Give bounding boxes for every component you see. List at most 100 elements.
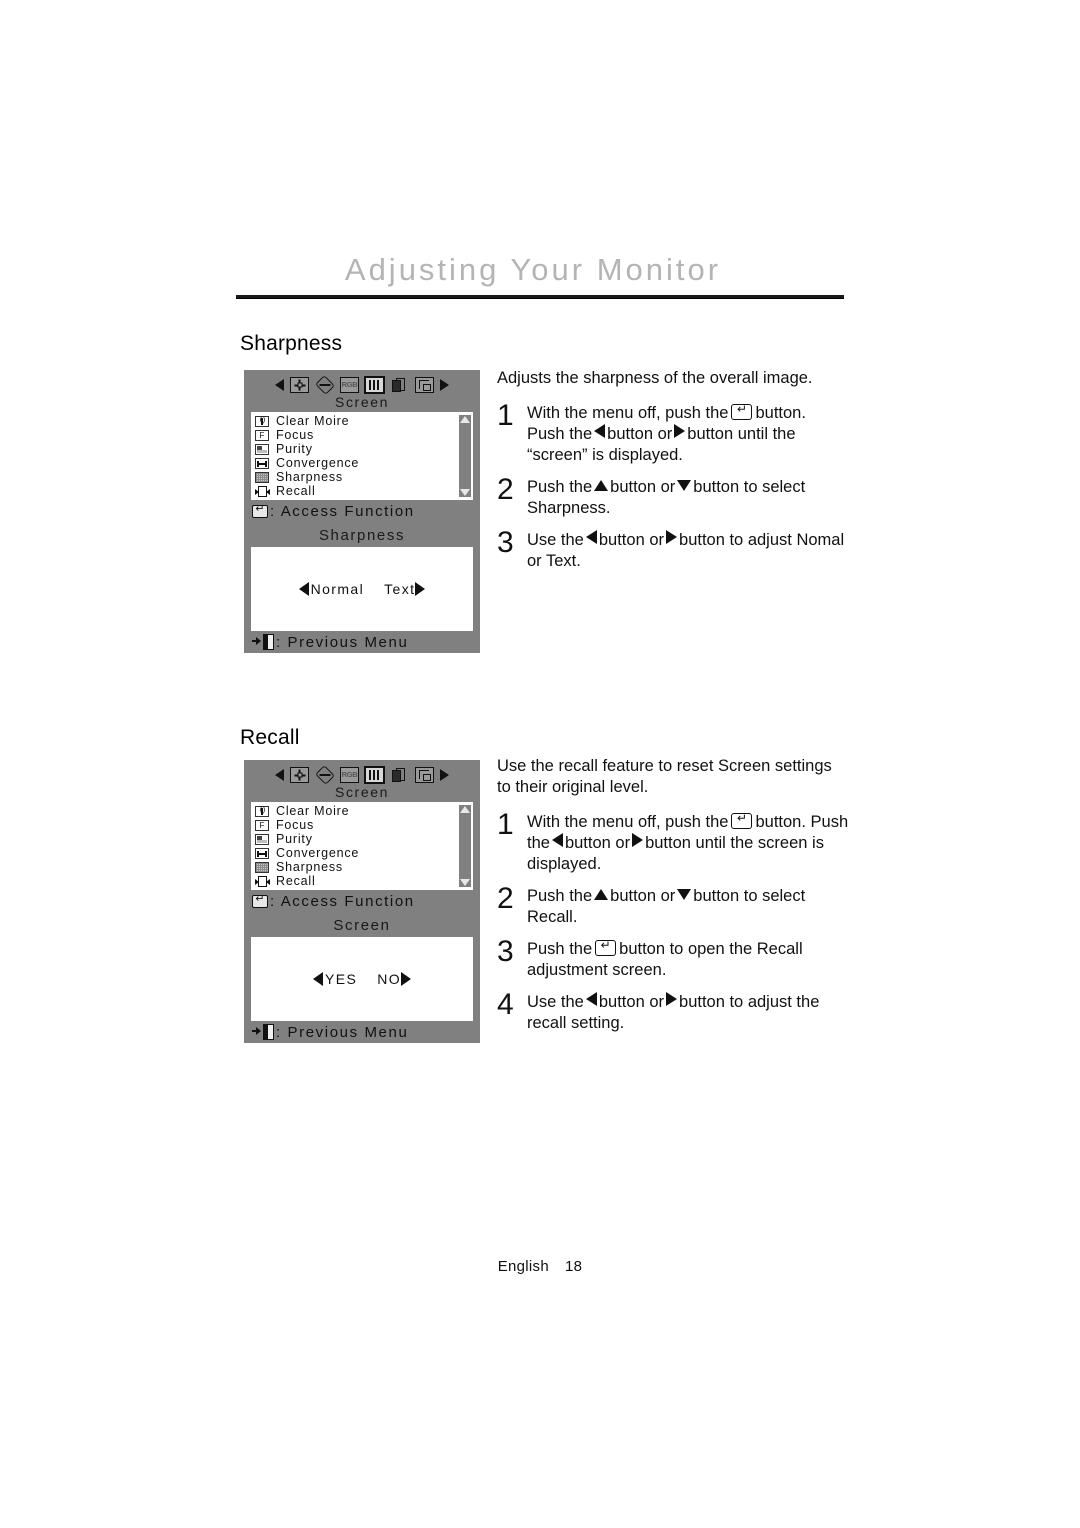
step-text-part: button. [755,813,806,831]
step-text-part: button. [755,404,806,422]
step-text-part: recall setting. [527,1014,625,1032]
left-arrow-icon [551,833,563,847]
geometry-diamond-icon[interactable] [315,377,334,393]
left-arrow-icon[interactable] [298,582,309,596]
step-text: With the menu off, push thebutton. Push … [527,811,852,875]
recall-intro-text: Use the recall feature to reset Screen s… [497,757,832,796]
menu-item-label: Focus [276,427,315,442]
footer-page-number: 18 [565,1258,583,1275]
menu-item-sharpness[interactable]: Sharpness [251,860,459,874]
step-text-part: Push the [527,478,593,496]
geometry-diamond-icon[interactable] [315,767,334,783]
enter-button-icon [595,938,617,956]
option-yes[interactable]: YES [325,971,357,987]
option-text[interactable]: Text [384,581,415,597]
osd-tab-strip: RGB [244,370,480,396]
sharpness-intro-text: Adjusts the sharpness of the overall ima… [497,369,813,387]
step-highlight-recall: Recall [527,908,573,926]
menu-item-purity[interactable]: Purity [251,442,459,456]
document-page: Adjusting Your Monitor Sharpness RGB Scr… [0,0,1080,1528]
step-text-part: button to select [693,478,806,496]
scroll-up-icon[interactable] [460,416,470,423]
enter-button-icon [252,893,268,908]
convergence-icon [255,457,269,469]
osd-scrollbar[interactable] [459,805,471,887]
menu-item-label: Convergence [276,845,360,860]
menu-item-purity[interactable]: Purity [251,832,459,846]
menu-item-recall[interactable]: Recall [251,484,459,498]
step-number: 2 [497,882,514,915]
menu-item-recall[interactable]: Recall [251,874,459,888]
scroll-down-icon[interactable] [460,489,470,496]
left-arrow-icon [585,530,597,544]
osd-panel-canvas: Normal Text [251,547,473,631]
step-number: 2 [497,473,514,506]
position-move-icon[interactable] [290,377,309,393]
step-text-part: adjustment screen. [527,961,667,979]
left-arrow-icon[interactable] [312,972,323,986]
menu-item-clear-moire[interactable]: Clear Moire [251,804,459,818]
menu-item-label: Focus [276,817,315,832]
step-text: Use the button or button to adjust the rec… [527,992,852,1034]
purity-icon [255,833,269,845]
enter-button-icon [731,811,753,829]
clear-moire-icon [255,415,269,427]
down-arrow-icon [677,480,692,491]
step-text: Push the button or button to select Recall… [527,886,852,928]
convergence-icon [255,847,269,859]
osd-pages-icon[interactable] [390,377,409,393]
step-text-part: button to adjust [679,531,792,549]
step-number: 3 [497,935,514,968]
right-arrow-icon [666,530,678,544]
rgb-icon[interactable]: RGB [340,377,359,393]
step-2: 2 Push the button or button to select Reca… [497,882,852,928]
scroll-up-icon[interactable] [460,806,470,813]
scroll-down-icon[interactable] [460,879,470,886]
menu-item-sharpness[interactable]: Sharpness [251,470,459,484]
screen-bars-icon[interactable] [364,376,385,394]
instructions-sharpness: Adjusts the sharpness of the overall ima… [497,368,847,583]
step-2: 2 Push the button or button to select Shar… [497,473,847,519]
osd-footer-previous-menu: : Previous Menu [244,631,480,653]
osd-footer-access-function: : Access Function [244,500,480,522]
osd-footer-access-function: : Access Function [244,890,480,912]
left-arrow-icon[interactable] [275,379,284,391]
osd-screen-menu-sharpness: RGB Screen Clear Moire F Focus Purity [244,370,480,522]
menu-item-convergence[interactable]: Convergence [251,846,459,860]
step-number: 1 [497,808,514,841]
previous-menu-label: : Previous Menu [276,1023,409,1041]
step-text-part: button or [598,531,665,549]
osd-pages-icon[interactable] [390,767,409,783]
menu-item-label: Purity [276,831,313,846]
position-move-icon[interactable] [290,767,309,783]
step-text-part: . [572,908,578,926]
footer-language: English [497,1258,549,1275]
left-arrow-icon[interactable] [275,769,284,781]
menu-item-clear-moire[interactable]: Clear Moire [251,414,459,428]
step-text-part: button or [607,425,673,443]
step-text-part: button until the [687,425,796,443]
right-arrow-icon[interactable] [440,769,449,781]
layout-info-icon[interactable] [415,767,434,783]
step-text-part: button or [564,834,631,852]
recall-icon [255,485,270,497]
menu-item-focus[interactable]: F Focus [251,818,459,832]
menu-item-label: Purity [276,441,313,456]
right-arrow-icon[interactable] [415,582,426,596]
header-divider [236,295,844,299]
right-arrow-icon[interactable] [401,972,412,986]
osd-scrollbar[interactable] [459,415,471,497]
right-arrow-icon[interactable] [440,379,449,391]
option-no[interactable]: NO [377,971,401,987]
layout-info-icon[interactable] [415,377,434,393]
left-arrow-icon [594,424,606,438]
menu-item-focus[interactable]: F Focus [251,428,459,442]
menu-item-convergence[interactable]: Convergence [251,456,459,470]
option-normal[interactable]: Normal [311,581,365,597]
rgb-icon[interactable]: RGB [340,767,359,783]
access-function-label: : Access Function [270,892,415,910]
down-arrow-icon [677,889,692,900]
step-text-part: Use the [527,993,584,1011]
menu-item-label: Sharpness [276,469,343,484]
screen-bars-icon[interactable] [364,766,385,784]
